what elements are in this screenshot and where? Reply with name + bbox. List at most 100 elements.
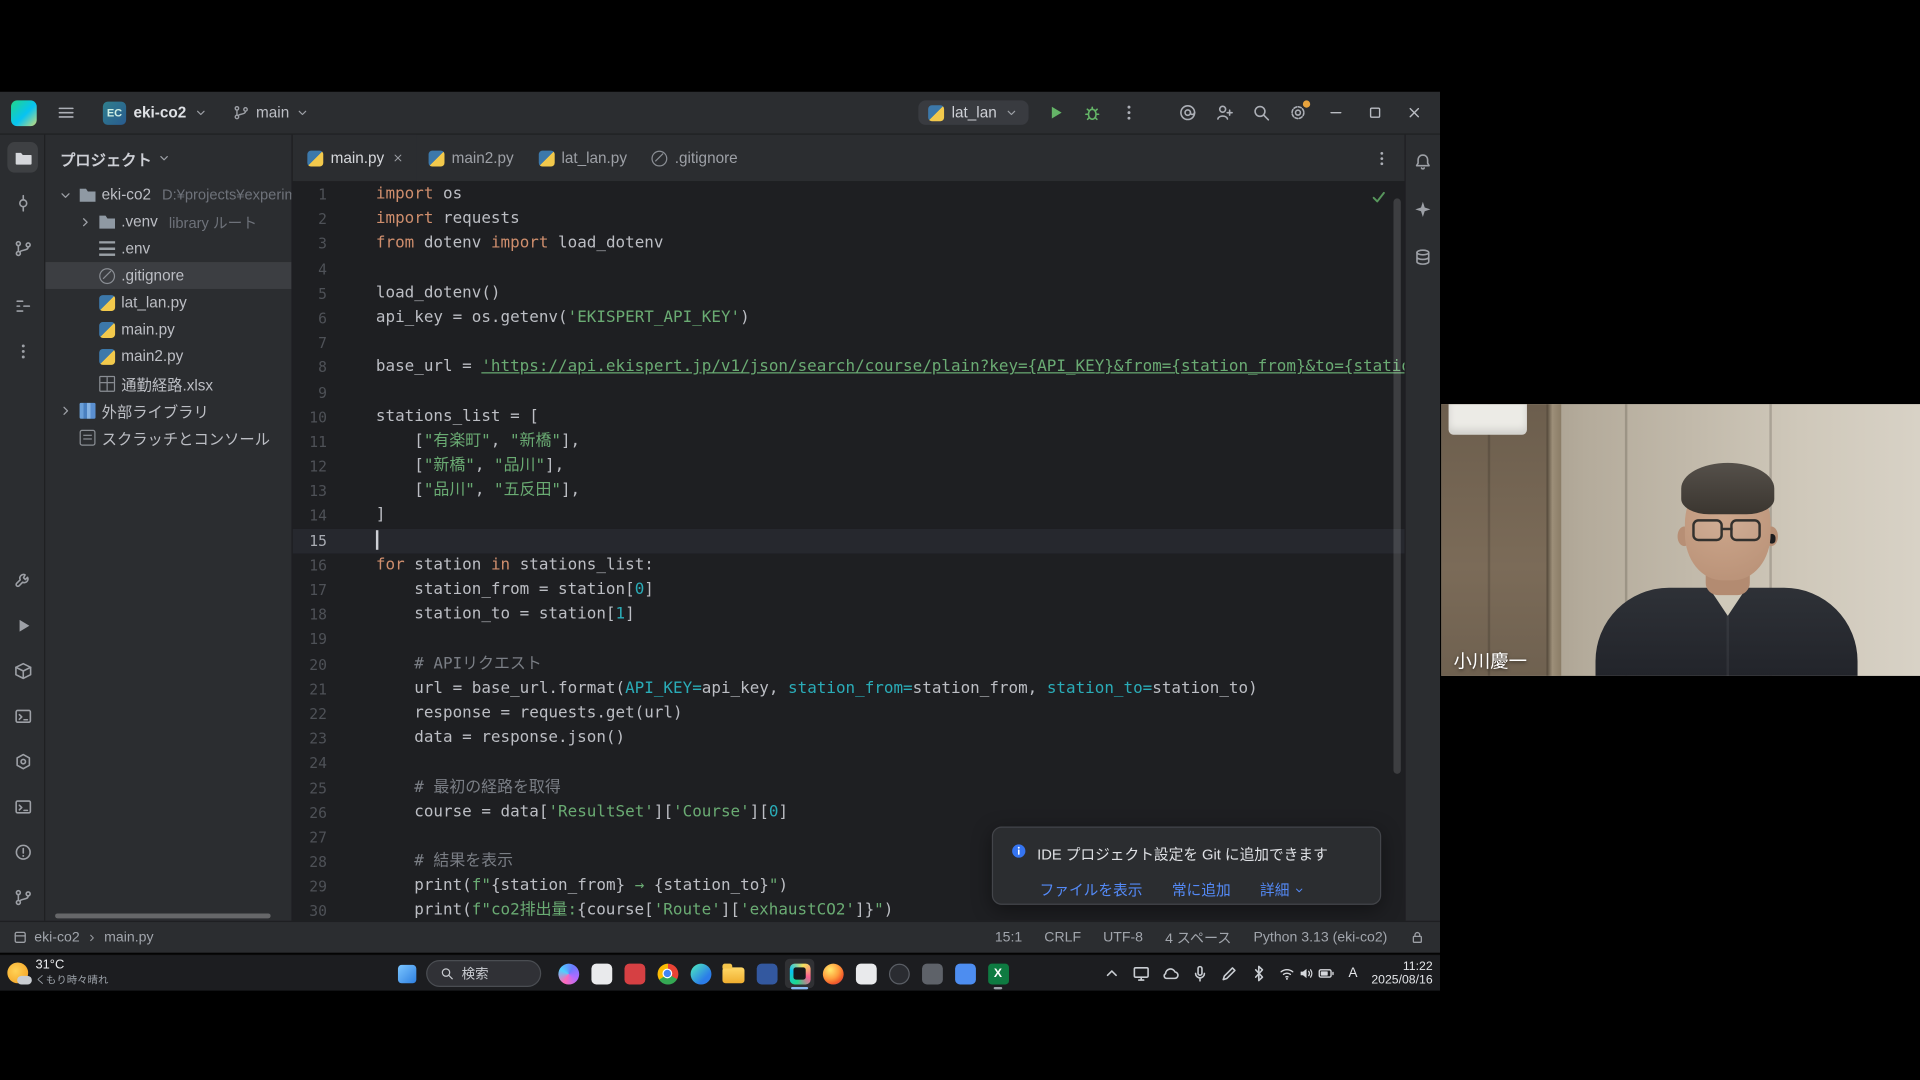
editor-tab-.gitignore[interactable]: .gitignore bbox=[639, 135, 750, 182]
inspection-ok-icon[interactable] bbox=[1370, 189, 1387, 206]
tree-item-main.py[interactable]: main.py bbox=[45, 316, 291, 343]
tree-item-.gitignore[interactable]: .gitignore bbox=[45, 262, 291, 289]
tree-item-通勤経路.xlsx[interactable]: 通勤経路.xlsx bbox=[45, 370, 291, 397]
run-config-widget[interactable]: lat_lan bbox=[919, 100, 1029, 124]
code-line[interactable]: 19 bbox=[293, 627, 1405, 652]
taskbar-app-app-gray[interactable] bbox=[917, 959, 946, 988]
code-line[interactable]: 23 data = response.json() bbox=[293, 726, 1405, 751]
taskbar-search[interactable]: 検索 bbox=[426, 960, 541, 987]
close-tab-icon[interactable] bbox=[392, 152, 404, 164]
caret-position[interactable]: 15:1 bbox=[995, 930, 1022, 945]
main-menu-button[interactable] bbox=[49, 96, 83, 130]
ime-indicator[interactable]: A bbox=[1344, 966, 1361, 981]
taskbar-app-app-red[interactable] bbox=[620, 959, 649, 988]
tree-item-.venv[interactable]: .venvlibrary ルート bbox=[45, 208, 291, 235]
tool-button-commit[interactable] bbox=[7, 187, 38, 218]
tree-chevron-icon[interactable] bbox=[77, 214, 93, 230]
tool-button-structure[interactable] bbox=[7, 290, 38, 321]
code-line[interactable]: 11 ["有楽町", "新橋"], bbox=[293, 430, 1405, 455]
tray-onedrive-icon[interactable] bbox=[1161, 964, 1181, 984]
tool-button-version-control[interactable] bbox=[7, 882, 38, 913]
editor-tab-main.py[interactable]: main.py bbox=[295, 135, 416, 182]
code-editor[interactable]: 1import os2import requests3from dotenv i… bbox=[293, 181, 1405, 921]
task-view-button[interactable] bbox=[392, 959, 421, 988]
code-line[interactable]: 16for station in stations_list: bbox=[293, 553, 1405, 578]
tray-monitor-icon[interactable] bbox=[1131, 964, 1151, 984]
search-everywhere-icon[interactable] bbox=[1244, 96, 1278, 130]
close-button[interactable] bbox=[1396, 91, 1433, 134]
tray-bluetooth-icon[interactable] bbox=[1249, 964, 1269, 984]
indent-style[interactable]: 4 スペース bbox=[1165, 928, 1231, 948]
tree-chevron-icon[interactable] bbox=[58, 402, 74, 418]
code-line[interactable]: 17 station_from = station[0] bbox=[293, 578, 1405, 603]
tool-button-database[interactable] bbox=[1408, 242, 1437, 271]
tool-button-run[interactable] bbox=[7, 610, 38, 641]
taskbar-app-notepad2[interactable] bbox=[851, 959, 880, 988]
code-line[interactable]: 1import os bbox=[293, 182, 1405, 207]
notification-action-常に追加[interactable]: 常に追加 bbox=[1172, 878, 1231, 903]
taskbar-clock[interactable]: 11:22 2025/08/16 bbox=[1371, 960, 1435, 987]
hidden-icons-button[interactable] bbox=[1102, 964, 1122, 984]
taskbar-app-copilot[interactable] bbox=[553, 959, 582, 988]
taskbar-app-firefox[interactable] bbox=[818, 959, 847, 988]
add-user-icon[interactable] bbox=[1207, 96, 1241, 130]
code-line[interactable]: 12 ["新橋", "品川"], bbox=[293, 454, 1405, 479]
taskbar-app-explorer[interactable] bbox=[719, 959, 748, 988]
vertical-scrollbar[interactable] bbox=[1393, 198, 1400, 774]
taskbar-app-obs[interactable] bbox=[884, 959, 913, 988]
taskbar-app-pycharm[interactable] bbox=[785, 959, 814, 988]
tree-item-外部ライブラリ[interactable]: 外部ライブラリ bbox=[45, 397, 291, 424]
python-interpreter[interactable]: Python 3.13 (eki-co2) bbox=[1253, 930, 1387, 945]
code-with-me-icon[interactable] bbox=[1171, 96, 1205, 130]
notification-action-詳細[interactable]: 詳細 bbox=[1260, 878, 1305, 903]
code-line[interactable]: 21 url = base_url.format(API_KEY=api_key… bbox=[293, 677, 1405, 702]
tree-item-スクラッチとコンソール[interactable]: スクラッチとコンソール bbox=[45, 424, 291, 451]
code-line[interactable]: 26 course = data['ResultSet']['Course'][… bbox=[293, 800, 1405, 825]
debug-button[interactable] bbox=[1075, 96, 1109, 130]
editor-tab-main2.py[interactable]: main2.py bbox=[416, 135, 526, 182]
code-line[interactable]: 7 bbox=[293, 331, 1405, 356]
code-line[interactable]: 2import requests bbox=[293, 207, 1405, 232]
tool-button-pull-requests[interactable] bbox=[7, 233, 38, 264]
tree-item-eki-co2[interactable]: eki-co2D:¥projects¥experiment bbox=[45, 181, 291, 208]
breadcrumb-project[interactable]: eki-co2 bbox=[34, 930, 79, 945]
taskbar-app-app-blue[interactable] bbox=[950, 959, 979, 988]
file-encoding[interactable]: UTF-8 bbox=[1103, 930, 1143, 945]
code-line[interactable]: 15 bbox=[293, 529, 1405, 554]
tab-options-button[interactable] bbox=[1368, 144, 1395, 171]
code-line[interactable]: 10stations_list = [ bbox=[293, 405, 1405, 430]
taskbar-app-app-navy[interactable] bbox=[752, 959, 781, 988]
settings-gear-icon[interactable] bbox=[1281, 96, 1315, 130]
taskbar-app-edge[interactable] bbox=[686, 959, 715, 988]
code-line[interactable]: 20 # APIリクエスト bbox=[293, 652, 1405, 677]
line-separator[interactable]: CRLF bbox=[1044, 930, 1081, 945]
code-line[interactable]: 22 response = requests.get(url) bbox=[293, 702, 1405, 727]
taskbar-app-notepad[interactable] bbox=[587, 959, 616, 988]
code-line[interactable]: 9 bbox=[293, 380, 1405, 405]
tray-pen-icon[interactable] bbox=[1220, 964, 1240, 984]
code-line[interactable]: 13 ["品川", "五反田"], bbox=[293, 479, 1405, 504]
tree-chevron-icon[interactable] bbox=[58, 187, 74, 203]
breadcrumb-file[interactable]: main.py bbox=[104, 930, 153, 945]
code-line[interactable]: 25 # 最初の経路を取得 bbox=[293, 776, 1405, 801]
weather-widget[interactable]: 31°C くもり時々晴れ bbox=[7, 958, 108, 987]
branch-widget[interactable]: main bbox=[225, 100, 317, 124]
more-actions-button[interactable] bbox=[1112, 96, 1146, 130]
notification-action-ファイルを表示[interactable]: ファイルを表示 bbox=[1040, 878, 1143, 903]
tool-button-ai-assistant[interactable] bbox=[1408, 195, 1437, 224]
tool-button-tools[interactable] bbox=[7, 564, 38, 595]
code-line[interactable]: 3from dotenv import load_dotenv bbox=[293, 232, 1405, 257]
project-widget[interactable]: EC eki-co2 bbox=[96, 97, 216, 128]
tool-button-project[interactable] bbox=[7, 142, 38, 173]
tool-button-more[interactable] bbox=[7, 336, 38, 367]
run-button[interactable] bbox=[1038, 96, 1072, 130]
horizontal-scrollbar[interactable] bbox=[55, 913, 271, 918]
tool-button-packages[interactable] bbox=[7, 655, 38, 686]
taskbar-app-excel[interactable]: X bbox=[983, 959, 1012, 988]
minimize-button[interactable] bbox=[1318, 91, 1355, 134]
tree-item-lat_lan.py[interactable]: lat_lan.py bbox=[45, 289, 291, 316]
tool-button-notifications[interactable] bbox=[1408, 147, 1437, 176]
code-line[interactable]: 6api_key = os.getenv('EKISPERT_API_KEY') bbox=[293, 306, 1405, 331]
editor-tab-lat_lan.py[interactable]: lat_lan.py bbox=[526, 135, 639, 182]
code-line[interactable]: 14] bbox=[293, 504, 1405, 529]
